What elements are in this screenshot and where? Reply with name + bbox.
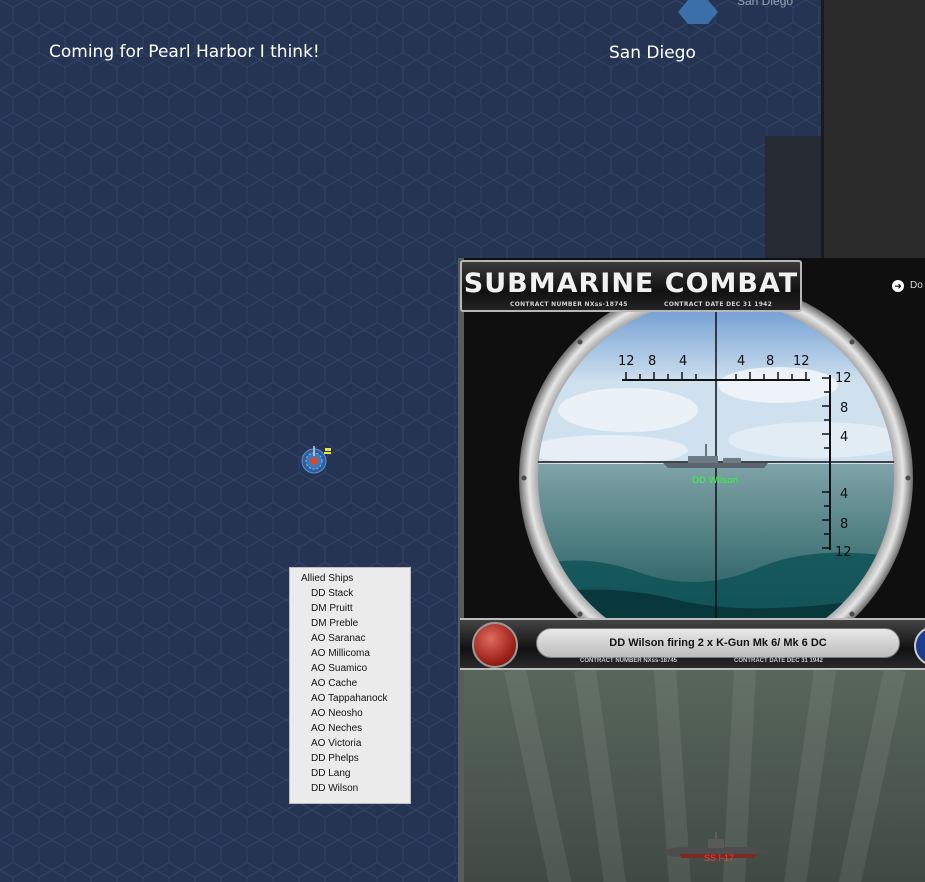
ship-list-item[interactable]: DD Lang — [290, 766, 410, 781]
ship-list-item[interactable]: AO Saranac — [290, 631, 410, 646]
scope-tick-label: 4 — [737, 354, 745, 369]
scope-tick-label: 8 — [840, 517, 848, 532]
underwater-view: SS I-17 — [464, 670, 925, 882]
contract-date: CONTRACT DATE DEC 31 1942 — [664, 301, 773, 308]
ship-list-item[interactable]: DM Preble — [290, 616, 410, 631]
ship-list-header: Allied Ships — [301, 573, 354, 584]
scope-tick-label: 12 — [835, 371, 852, 386]
ship-list-item[interactable]: DD Wilson — [290, 781, 410, 796]
scope-tick-label: 4 — [679, 354, 687, 369]
ship-list-item[interactable]: DD Phelps — [290, 751, 410, 766]
scope-tick-label: 8 — [766, 354, 774, 369]
ship-list-item[interactable]: DD Stack — [290, 586, 410, 601]
task-force-icon[interactable] — [299, 444, 331, 476]
side-panel — [824, 0, 925, 258]
periscope-view: 12 8 4 4 8 12 12 8 4 4 8 12 DD Wilson — [519, 281, 913, 675]
done-button[interactable]: Do — [910, 280, 923, 291]
combat-message: DD Wilson firing 2 x K-Gun Mk 6/ Mk 6 DC — [536, 628, 900, 658]
map-note-label: Coming for Pearl Harbor I think! — [49, 42, 320, 62]
combat-title: SUBMARINE COMBAT — [463, 268, 799, 299]
ship-list-item[interactable]: AO Neosho — [290, 706, 410, 721]
ship-list-item[interactable]: AO Millicoma — [290, 646, 410, 661]
scope-tick-label: 4 — [840, 487, 848, 502]
ship-list-item[interactable]: DM Pruitt — [290, 601, 410, 616]
target-ship-label: DD Wilson — [692, 476, 738, 486]
submarine-icon[interactable] — [660, 830, 770, 870]
fire-button[interactable] — [472, 622, 518, 668]
submarine-label: SS I-17 — [704, 853, 735, 863]
scope-tick-label: 12 — [618, 354, 635, 369]
side-panel-shadow — [765, 136, 825, 258]
us-roundel-icon — [914, 626, 925, 666]
scope-tick-label: 8 — [648, 354, 656, 369]
contract-number: CONTRACT NUMBER NXss-18745 — [510, 301, 628, 308]
panel-divider — [821, 0, 824, 258]
scope-tick-label: 12 — [793, 354, 810, 369]
ship-list-item[interactable]: AO Tappahanock — [290, 691, 410, 706]
status-contract-number: CONTRACT NUMBER NXss-18745 — [580, 658, 678, 664]
combat-title-plate: SUBMARINE COMBAT CONTRACT NUMBER NXss-18… — [460, 260, 802, 312]
scope-tick-label: 4 — [840, 430, 848, 445]
ship-list-item[interactable]: AO Neches — [290, 721, 410, 736]
scope-tick-label: 12 — [835, 545, 852, 560]
status-contract-date: CONTRACT DATE DEC 31 1942 — [734, 658, 823, 664]
ship-list-item[interactable]: AO Suamico — [290, 661, 410, 676]
ship-list-item[interactable]: AO Cache — [290, 676, 410, 691]
ship-list-item[interactable]: AO Victoria — [290, 736, 410, 751]
top-city-label: San Diego — [737, 0, 794, 8]
scope-tick-label: 8 — [840, 401, 848, 416]
ship-list-popup: Allied Ships DD Stack DM Pruitt DM Preble A… — [289, 567, 411, 804]
done-arrow-icon[interactable]: ➜ — [892, 280, 904, 292]
submarine-combat-window: 12 8 4 4 8 12 12 8 4 4 8 12 DD Wilson SU… — [458, 258, 925, 882]
combat-status-bar: DD Wilson firing 2 x K-Gun Mk 6/ Mk 6 DC… — [460, 618, 925, 670]
city-label: San Diego — [609, 43, 696, 63]
